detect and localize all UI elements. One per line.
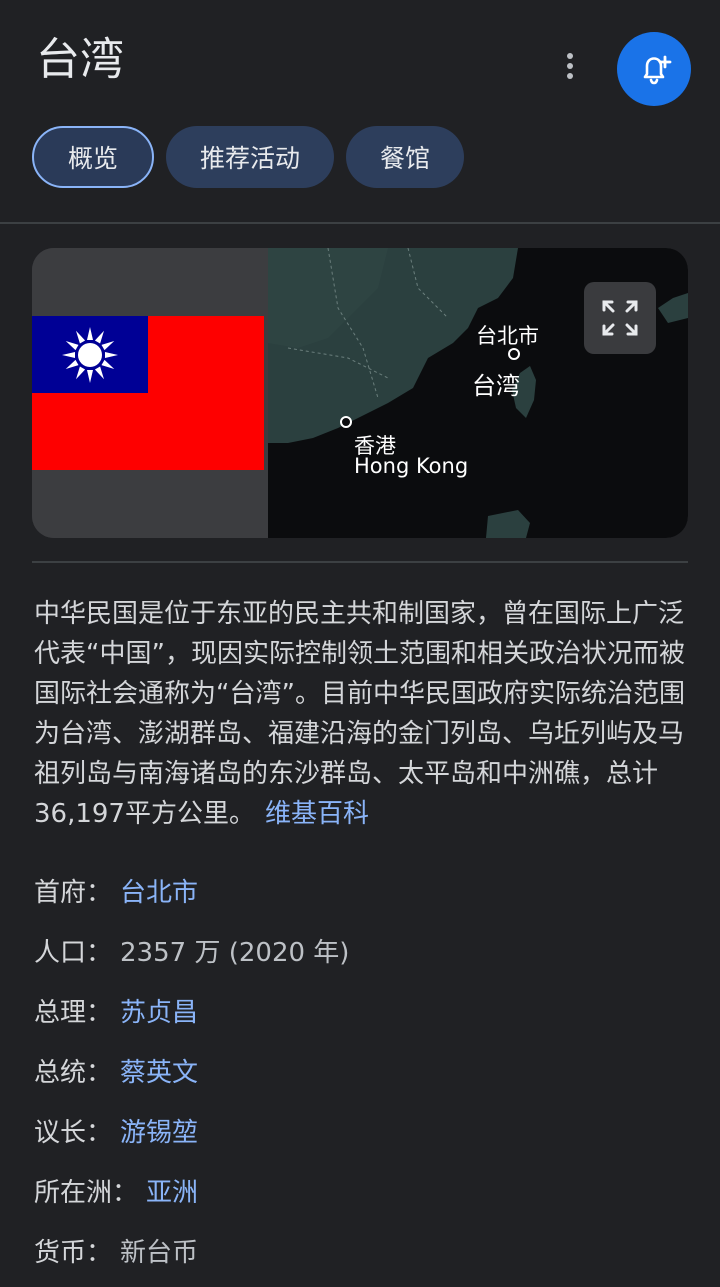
fact-label-premier: 总理： [34,997,113,1028]
fullscreen-icon [602,300,638,336]
map-label-taipei: 台北市 [476,324,539,348]
add-alert-button[interactable] [617,32,691,106]
fact-label-president: 总统： [34,1057,113,1088]
app-header: 台湾 概览 推荐活动 餐馆 [0,0,720,222]
fact-label-currency: 货币： [34,1237,113,1268]
flag-of-taiwan [32,316,264,470]
description: 中华民国是位于东亚的民主共和制国家，曾在国际上广泛代表“中国”，现因实际控制领土… [34,594,694,834]
header-divider [0,222,720,224]
tab-restaurants[interactable]: 餐馆 [346,126,465,188]
white-sun-icon [62,326,118,383]
more-vert-icon [567,51,573,81]
category-tabs: 概览 推荐活动 餐馆 [32,126,465,188]
fact-value-speaker[interactable]: 游锡堃 [120,1112,198,1149]
fact-row: 议长： 游锡堃 [34,1100,694,1160]
fact-row: 总统： 蔡英文 [34,1040,694,1100]
tab-overview[interactable]: 概览 [32,126,155,188]
fact-label-capital: 首府： [34,877,113,908]
flag-canton [32,316,148,393]
add-alert-icon [643,55,672,85]
fact-label-speaker: 议长： [34,1117,113,1148]
section-divider [32,561,688,563]
page-title: 台湾 [36,34,124,85]
facts-list: 首府： 台北市 人口： 2357 万 (2020 年) 总理： 苏贞昌 总统： … [34,860,694,1280]
media-card: 台北市 台湾 香港 Hong Kong [32,248,688,538]
description-text: 中华民国是位于东亚的民主共和制国家，曾在国际上广泛代表“中国”，现因实际控制领土… [34,599,685,829]
fact-row: 首府： 台北市 [34,860,694,920]
fact-label-population: 人口： [34,937,113,968]
map-dot-hong-kong [340,416,352,428]
more-options-button[interactable] [552,48,588,84]
fact-row: 货币： 新台币 [34,1220,694,1280]
flag-image[interactable] [32,248,264,538]
fact-value-president[interactable]: 蔡英文 [120,1052,198,1089]
wikipedia-link[interactable]: 维基百科 [265,799,369,829]
fact-row: 所在洲： 亚洲 [34,1160,694,1220]
fact-label-continent: 所在洲： [34,1177,139,1208]
map-label-taiwan: 台湾 [472,372,520,400]
expand-map-button[interactable] [584,282,656,354]
tab-recommended-activities[interactable]: 推荐活动 [166,126,335,188]
map-label-hong-kong-en: Hong Kong [354,454,469,478]
fact-value-population: 2357 万 (2020 年) [120,937,350,968]
fact-value-currency: 新台币 [120,1237,199,1268]
fact-row: 人口： 2357 万 (2020 年) [34,920,694,980]
fact-value-continent[interactable]: 亚洲 [146,1172,198,1209]
map-image[interactable]: 台北市 台湾 香港 Hong Kong [268,248,688,538]
fact-value-premier[interactable]: 苏贞昌 [120,992,198,1029]
fact-value-capital[interactable]: 台北市 [120,872,198,909]
fact-row: 总理： 苏贞昌 [34,980,694,1040]
